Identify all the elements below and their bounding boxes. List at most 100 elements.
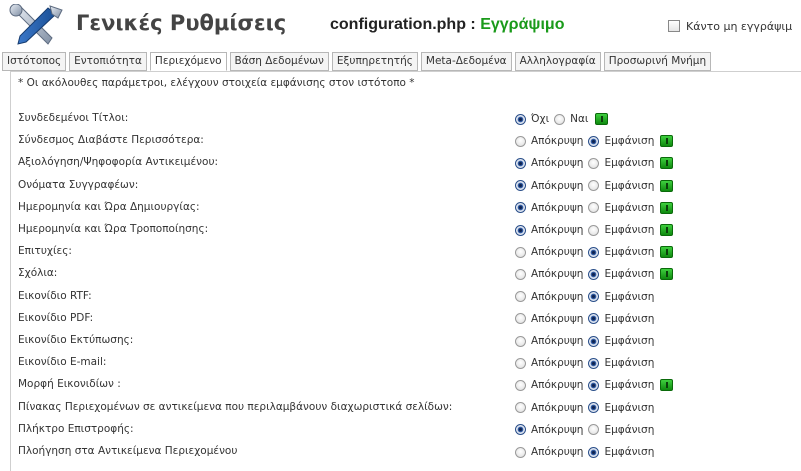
- help-icon[interactable]: [660, 224, 674, 236]
- option-second[interactable]: Εμφάνιση: [588, 224, 654, 236]
- setting-label: Αξιολόγηση/Ψηφοφορία Αντικειμένου:: [18, 156, 219, 169]
- help-icon[interactable]: [660, 135, 674, 148]
- tab-content[interactable]: Περιεχόμενο: [149, 52, 227, 71]
- radio-button[interactable]: [515, 157, 526, 169]
- radio-button[interactable]: [515, 268, 526, 280]
- tools-icon: [9, 4, 63, 45]
- help-icon[interactable]: [594, 113, 608, 125]
- make-unwritable-option[interactable]: Κάντο μη εγγράψιμ: [668, 20, 792, 33]
- option-first[interactable]: Απόκρυψη: [515, 313, 583, 325]
- option-second[interactable]: Εμφάνιση: [588, 379, 654, 391]
- option-second[interactable]: Εμφάνιση: [588, 246, 654, 258]
- radio-button[interactable]: [588, 268, 600, 280]
- setting-label: Εικονίδιο RTF:: [18, 289, 92, 302]
- option-label: Εμφάνιση: [604, 335, 655, 347]
- help-icon[interactable]: [660, 179, 674, 192]
- radio-button[interactable]: [515, 424, 526, 436]
- option-first[interactable]: Απόκρυψη: [515, 202, 583, 214]
- option-first[interactable]: Απόκρυψη: [515, 446, 583, 458]
- radio-button[interactable]: [588, 180, 600, 192]
- radio-button[interactable]: [554, 113, 566, 125]
- option-first[interactable]: Απόκρυψη: [515, 224, 583, 236]
- help-icon[interactable]: [660, 201, 674, 214]
- radio-button[interactable]: [588, 424, 600, 436]
- option-second[interactable]: Εμφάνιση: [588, 424, 654, 436]
- option-first[interactable]: Απόκρυψη: [515, 135, 583, 147]
- radio-button[interactable]: [515, 113, 526, 125]
- radio-button[interactable]: [588, 202, 600, 214]
- config-writable-status: Εγγράψιμο: [480, 16, 565, 33]
- option-second[interactable]: Εμφάνιση: [588, 357, 654, 369]
- radio-button[interactable]: [515, 402, 526, 414]
- settings-tabs: Ιστότοπος Εντοπιότητα Περιεχόμενο Βάση Δ…: [2, 52, 714, 71]
- make-unwritable-checkbox[interactable]: [668, 20, 680, 32]
- option-first[interactable]: Απόκρυψη: [515, 180, 583, 192]
- radio-button[interactable]: [588, 313, 600, 325]
- radio-button[interactable]: [588, 291, 600, 303]
- tab-database[interactable]: Βάση Δεδομένων: [229, 52, 329, 71]
- option-first[interactable]: Απόκρυψη: [515, 402, 583, 414]
- tab-mail[interactable]: Αλληλογραφία: [514, 52, 601, 71]
- option-first[interactable]: Απόκρυψη: [515, 246, 583, 258]
- option-second[interactable]: Εμφάνιση: [588, 135, 654, 147]
- radio-button[interactable]: [588, 379, 600, 391]
- option-label: Εμφάνιση: [604, 290, 655, 303]
- tab-server[interactable]: Εξυπηρετητής: [331, 52, 418, 71]
- option-second[interactable]: Εμφάνιση: [588, 180, 654, 192]
- setting-options: Απόκρυψη Εμφάνιση: [515, 199, 674, 217]
- setting-row: Πλήκτρο Επιστροφής: Απόκρυψη Εμφάνιση: [18, 421, 798, 439]
- radio-button[interactable]: [515, 135, 526, 147]
- page-title: Γενικές Ρυθμίσεις: [76, 11, 287, 35]
- option-second[interactable]: Εμφάνιση: [588, 446, 654, 458]
- setting-options: Απόκρυψη Εμφάνιση: [515, 443, 659, 461]
- radio-button[interactable]: [515, 291, 526, 303]
- option-first[interactable]: Απόκρυψη: [515, 157, 583, 169]
- option-first[interactable]: Απόκρυψη: [515, 357, 583, 369]
- help-icon[interactable]: [660, 268, 674, 281]
- option-second[interactable]: Εμφάνιση: [588, 157, 654, 169]
- option-second[interactable]: Εμφάνιση: [588, 291, 654, 303]
- option-label: Εμφάνιση: [604, 268, 655, 281]
- radio-button[interactable]: [588, 157, 600, 169]
- option-first[interactable]: Απόκρυψη: [515, 335, 583, 347]
- option-first[interactable]: Απόκρυψη: [515, 424, 583, 436]
- option-label: Εμφάνιση: [604, 423, 655, 436]
- radio-button[interactable]: [588, 135, 600, 147]
- setting-options: Απόκρυψη Εμφάνιση: [515, 288, 659, 306]
- radio-button[interactable]: [588, 224, 600, 236]
- option-second[interactable]: Εμφάνιση: [588, 335, 654, 347]
- option-first[interactable]: Απόκρυψη: [515, 291, 583, 303]
- radio-button[interactable]: [515, 357, 526, 369]
- option-second[interactable]: Εμφάνιση: [588, 313, 654, 325]
- setting-label: Εικονίδιο PDF:: [18, 311, 94, 324]
- radio-button[interactable]: [515, 335, 526, 347]
- tab-locale[interactable]: Εντοπιότητα: [69, 52, 147, 71]
- tab-metadata[interactable]: Meta-Δεδομένα: [420, 52, 512, 71]
- radio-button[interactable]: [515, 224, 526, 236]
- radio-button[interactable]: [588, 402, 600, 414]
- option-label: Απόκρυψη: [531, 446, 584, 458]
- option-second[interactable]: Ναι: [554, 113, 589, 125]
- help-icon[interactable]: [660, 246, 674, 259]
- option-second[interactable]: Εμφάνιση: [588, 402, 654, 414]
- tab-site[interactable]: Ιστότοπος: [2, 52, 67, 71]
- radio-button[interactable]: [588, 335, 600, 347]
- setting-label: Ημερομηνία και Ώρα Τροποποίησης:: [18, 223, 209, 235]
- radio-button[interactable]: [515, 202, 526, 214]
- tab-cache[interactable]: Προσωρινή Μνήμη: [603, 52, 712, 71]
- setting-row: Σύνδεσμος Διαβάστε Περισσότερα: Απόκρυψη Ε…: [18, 132, 798, 150]
- option-first[interactable]: Όχι: [515, 113, 549, 125]
- option-first[interactable]: Απόκρυψη: [515, 379, 583, 391]
- radio-button[interactable]: [515, 379, 526, 391]
- radio-button[interactable]: [515, 180, 526, 192]
- radio-button[interactable]: [588, 246, 600, 258]
- radio-button[interactable]: [588, 357, 600, 369]
- option-second[interactable]: Εμφάνιση: [588, 202, 654, 214]
- radio-button[interactable]: [515, 246, 526, 258]
- setting-label: Πλοήγηση στα Αντικείμενα Περιεχομένου: [18, 445, 238, 457]
- help-icon[interactable]: [660, 157, 674, 170]
- option-first[interactable]: Απόκρυψη: [515, 268, 583, 280]
- radio-button[interactable]: [515, 313, 526, 325]
- option-second[interactable]: Εμφάνιση: [588, 268, 654, 280]
- help-icon[interactable]: [660, 379, 674, 392]
